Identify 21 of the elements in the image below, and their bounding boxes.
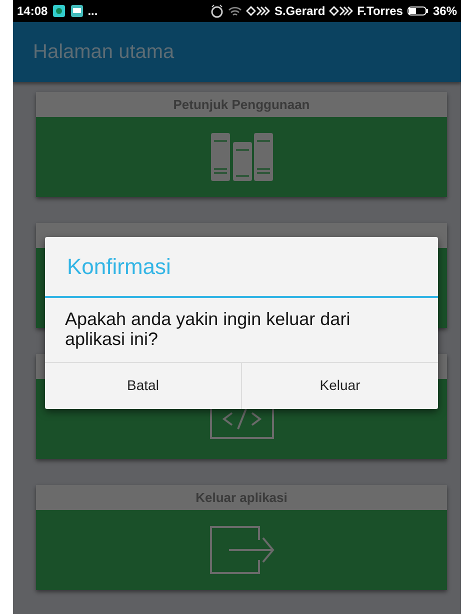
more-notifications: ... — [88, 3, 98, 20]
clock-time: 14:08 — [17, 3, 48, 20]
alarm-icon — [210, 4, 224, 18]
card-tile[interactable] — [36, 117, 447, 197]
exit-icon — [208, 525, 274, 575]
signal-icon — [329, 6, 354, 16]
signal-icon — [246, 6, 270, 16]
wifi-icon — [228, 5, 242, 17]
carrier-name: S.Gerard — [274, 3, 326, 20]
dialog-button[interactable]: Batal — [45, 362, 241, 409]
app-title: Halaman utama — [32, 40, 174, 65]
carrier-name: F.Torres — [357, 3, 403, 20]
dialog-message: Apakah anda yakin ingin keluar dari aplikasi ini? — [65, 310, 352, 350]
battery-percentage: 36% — [432, 3, 457, 20]
battery-icon — [406, 6, 429, 16]
books-icon — [210, 132, 274, 182]
app-icon — [52, 4, 66, 18]
message-icon — [70, 4, 84, 18]
card-tile[interactable] — [36, 510, 447, 590]
dialog-title: Konfirmasi — [67, 255, 171, 280]
dialog-button[interactable]: Keluar — [241, 362, 438, 409]
